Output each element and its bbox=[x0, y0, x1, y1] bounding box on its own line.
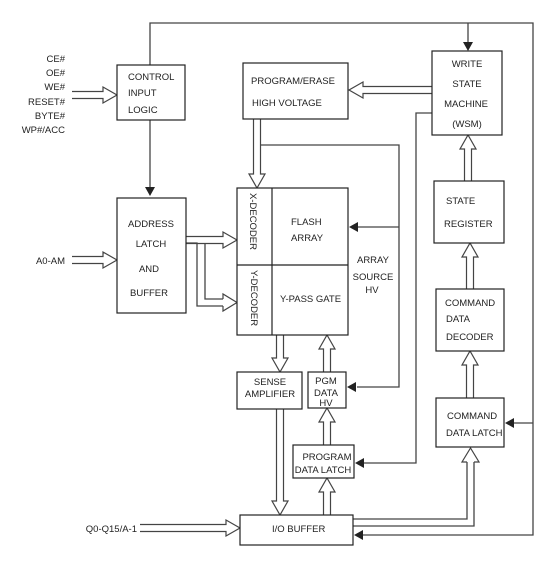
block-label: FLASH bbox=[291, 217, 322, 228]
address-input-label: A0-AM bbox=[36, 256, 65, 267]
latch-to-decoder-arrow bbox=[460, 349, 480, 398]
block-label: HV bbox=[319, 398, 333, 409]
block-label: REGISTER bbox=[444, 219, 493, 230]
command-data-decoder-block: COMMAND DATA DECODER bbox=[435, 288, 505, 352]
block-label: STATE bbox=[452, 79, 481, 90]
block-label: PROGRAM bbox=[302, 452, 351, 463]
address-latch-block: ADDRESS LATCH AND BUFFER bbox=[116, 197, 187, 314]
block-label: DATA bbox=[446, 314, 471, 325]
state-register-block: STATE REGISTER bbox=[433, 180, 505, 244]
block-label: (WSM) bbox=[452, 119, 482, 130]
sense-amplifier-block: SENSE AMPLIFIER bbox=[236, 371, 303, 410]
control-input-logic-block: CONTROL INPUT LOGIC bbox=[116, 64, 186, 121]
address-input-arrow bbox=[72, 250, 119, 270]
address-branch-inner bbox=[204, 243, 223, 300]
block-label: PROGRAM/ERASE bbox=[251, 76, 335, 87]
pgm-data-hv-arrowhead bbox=[347, 382, 356, 392]
signal-wp-acc: WP#/ACC bbox=[22, 125, 65, 136]
write-state-machine-block: WRITE STATE MACHINE (WSM) bbox=[431, 50, 503, 136]
control-inputs-arrow bbox=[72, 85, 119, 105]
y-decoder-arrowhead bbox=[222, 292, 239, 313]
label-line: ARRAY bbox=[357, 255, 390, 266]
block-label: AMPLIFIER bbox=[245, 389, 295, 400]
address-to-xdecoder-arrow bbox=[186, 230, 239, 250]
block-label: STATE bbox=[446, 196, 475, 207]
block-label: ADDRESS bbox=[128, 219, 174, 230]
io-buffer-block: I/O BUFFER bbox=[239, 514, 354, 546]
command-latch-arrowhead bbox=[505, 418, 514, 428]
block-label: ARRAY bbox=[291, 233, 324, 244]
flash-array-block: X-DECODER Y-DECODER FLASH ARRAY Y-PASS G… bbox=[236, 187, 349, 336]
block-label: COMMAND bbox=[445, 298, 495, 309]
command-data-latch-block: COMMAND DATA LATCH bbox=[435, 397, 505, 448]
signal-reset: RESET# bbox=[28, 97, 66, 108]
block-label: I/O BUFFER bbox=[272, 524, 325, 535]
signal-byte: BYTE# bbox=[35, 111, 66, 122]
block-label: HIGH VOLTAGE bbox=[252, 98, 322, 109]
array-source-hv-label: ARRAY SOURCE HV bbox=[353, 255, 394, 296]
block-label: COMMAND bbox=[447, 411, 497, 422]
pgm-data-hv-block: PGM DATA HV bbox=[307, 371, 347, 409]
pe-hv-to-xdecoder-arrow bbox=[247, 119, 267, 190]
program-data-latch-block: PROGRAM DATA LATCH bbox=[292, 444, 355, 479]
label-line: SOURCE bbox=[353, 272, 394, 283]
block-label: DECODER bbox=[446, 332, 494, 343]
pgm-hv-to-array-arrow bbox=[317, 333, 337, 372]
array-to-sense-amp-arrow bbox=[270, 335, 290, 374]
y-decoder-label: Y-DECODER bbox=[248, 270, 259, 326]
block-label: SENSE bbox=[254, 377, 286, 388]
block-label: DATA LATCH bbox=[446, 428, 503, 439]
block-label: AND bbox=[139, 264, 159, 275]
io-to-command-latch-outer bbox=[353, 462, 468, 520]
io-to-command-latch-inner bbox=[353, 462, 475, 527]
y-pass-gate-label: Y-PASS GATE bbox=[280, 294, 341, 305]
io-to-program-latch-arrow bbox=[317, 476, 337, 515]
flash-memory-block-diagram: CE# OE# WE# RESET# BYTE# WP#/ACC A0-AM Q… bbox=[22, 22, 534, 546]
data-io-arrow bbox=[140, 518, 242, 538]
block-label: LOGIC bbox=[128, 105, 158, 116]
block-label: MACHINE bbox=[444, 99, 488, 110]
data-io-label: Q0-Q15/A-1 bbox=[86, 524, 137, 535]
block-label: BUFFER bbox=[130, 288, 168, 299]
block-label: DATA LATCH bbox=[295, 465, 352, 476]
signal-we: WE# bbox=[44, 82, 65, 93]
block-label: CONTROL bbox=[128, 72, 174, 83]
sense-amp-to-io-arrow bbox=[270, 409, 290, 517]
block-label: PGM bbox=[315, 376, 337, 387]
io-buffer-arrowhead bbox=[354, 530, 363, 540]
x-decoder-label: X-DECODER bbox=[247, 193, 258, 250]
program-erase-high-voltage-block: PROGRAM/ERASE HIGH VOLTAGE bbox=[242, 62, 349, 120]
decoder-to-state-register-arrow bbox=[460, 241, 480, 289]
program-latch-to-pgm-hv-arrow bbox=[317, 406, 337, 445]
state-register-to-wsm-arrow bbox=[458, 133, 478, 181]
address-latch-arrowhead bbox=[145, 187, 155, 196]
block-label: WRITE bbox=[452, 59, 483, 70]
command-latch-input-arrowhead bbox=[460, 446, 481, 463]
block-label: INPUT bbox=[128, 88, 157, 99]
signal-oe: OE# bbox=[46, 68, 66, 79]
wsm-arrowhead bbox=[463, 42, 473, 51]
label-line: HV bbox=[365, 285, 379, 296]
wsm-to-pe-hv-arrow bbox=[347, 80, 432, 100]
signal-ce: CE# bbox=[47, 54, 66, 65]
flash-array-arrowhead bbox=[349, 222, 358, 232]
program-latch-arrowhead bbox=[355, 458, 364, 468]
block-label: LATCH bbox=[136, 239, 167, 250]
